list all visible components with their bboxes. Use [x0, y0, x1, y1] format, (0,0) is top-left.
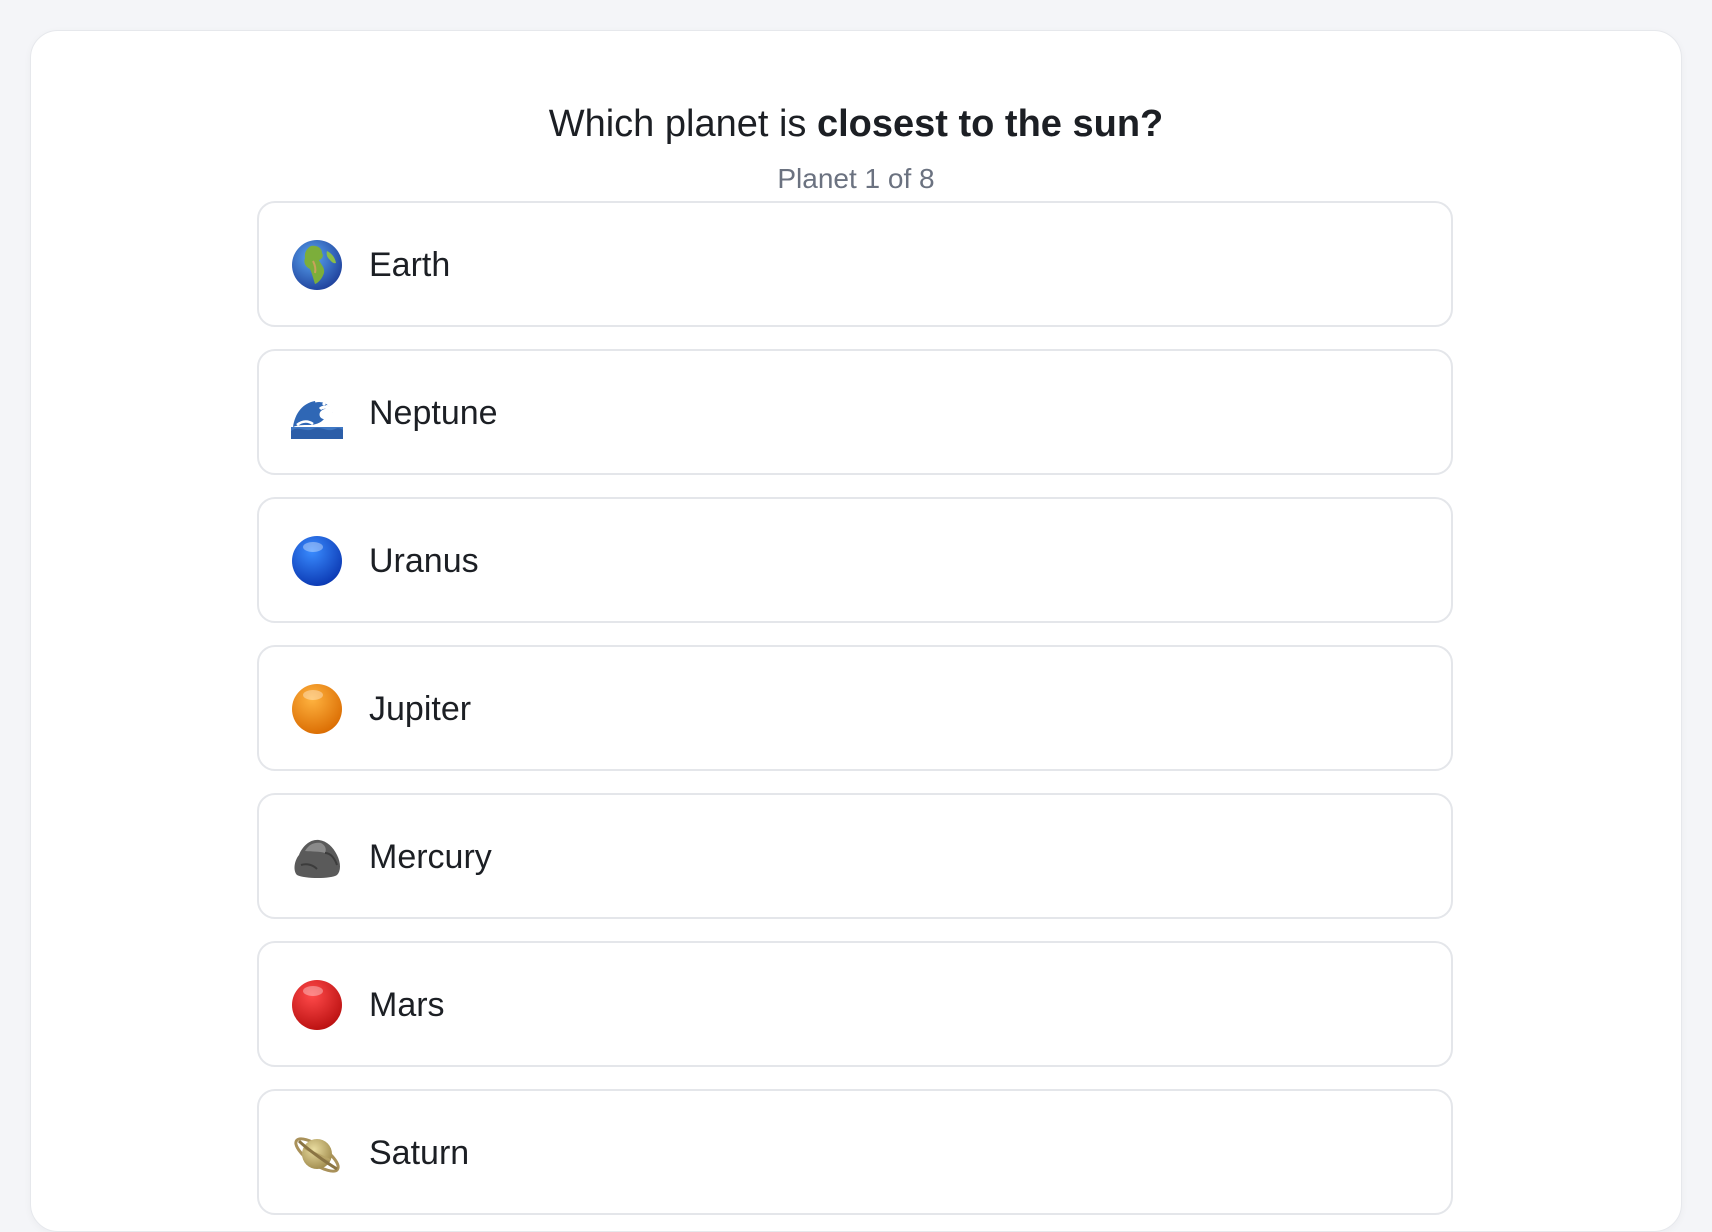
- wave-icon: [291, 399, 343, 439]
- ringed-planet-icon: [294, 1137, 340, 1173]
- option-label: Saturn: [369, 1134, 470, 1172]
- option-label: Jupiter: [369, 690, 472, 728]
- progress-indicator: Planet 1 of 8: [777, 163, 935, 194]
- question-title: Which planet is closest to the sun?: [31, 99, 1681, 149]
- option-label: Mars: [369, 986, 445, 1024]
- option-label: Earth: [369, 246, 451, 284]
- quiz-card: Which planet is closest to the sun? Plan…: [30, 30, 1682, 1232]
- option-mars[interactable]: Mars: [257, 941, 1453, 1067]
- red-circle-icon: [292, 980, 342, 1030]
- option-uranus[interactable]: Uranus: [257, 497, 1453, 623]
- rock-icon: [294, 839, 340, 878]
- option-label: Mercury: [369, 838, 492, 876]
- orange-circle-icon: [292, 684, 342, 734]
- question-prefix: Which planet is: [548, 103, 817, 145]
- option-jupiter[interactable]: Jupiter: [257, 645, 1453, 771]
- option-earth[interactable]: Earth: [257, 201, 1453, 327]
- option-neptune[interactable]: Neptune: [257, 349, 1453, 475]
- option-label: Neptune: [369, 394, 498, 432]
- question-emphasis: closest to the sun?: [816, 103, 1164, 145]
- option-label: Uranus: [369, 542, 479, 580]
- option-saturn[interactable]: Saturn: [257, 1089, 1453, 1215]
- option-mercury[interactable]: Mercury: [257, 793, 1453, 919]
- blue-circle-icon: [292, 536, 342, 586]
- earth-globe-icon: [292, 240, 342, 290]
